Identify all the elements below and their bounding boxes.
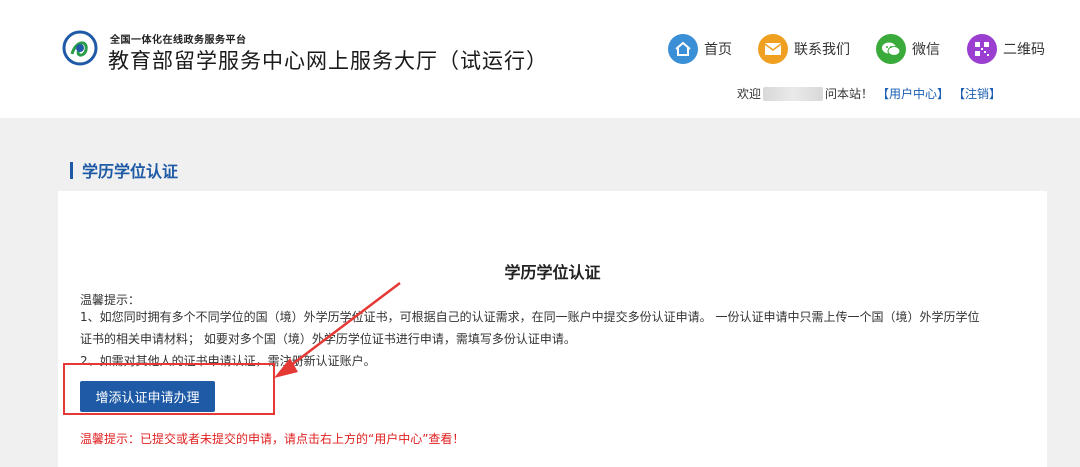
nav-home[interactable]: 首页	[668, 33, 732, 65]
nav-qrcode-label: 二维码	[1003, 42, 1045, 58]
section-title: 学历学位认证	[82, 162, 179, 181]
site-header: 全国一体化在线政务服务平台 教育部留学服务中心网上服务大厅（试运行） 首页 联系…	[0, 0, 1080, 118]
welcome-prefix: 欢迎	[737, 87, 762, 101]
logout-link[interactable]: 【注销】	[953, 85, 1001, 102]
home-icon	[668, 34, 698, 64]
tip-heading: 温馨提示：	[80, 293, 141, 307]
content-card: 学历学位认证 温馨提示： 1、如您同时拥有多个不同学位的国（境）外学历学位证书，…	[58, 191, 1047, 467]
warning-text: 温馨提示：已提交或者未提交的申请，请点击右上方的“用户中心”查看！	[80, 432, 465, 446]
nav-wechat[interactable]: 微信	[876, 33, 940, 65]
nav-wechat-label: 微信	[912, 42, 940, 58]
site-title: 教育部留学服务中心网上服务大厅（试运行）	[108, 49, 548, 73]
card-title: 学历学位认证	[504, 263, 601, 282]
redacted-username	[763, 86, 824, 101]
annotation-highlight-box	[63, 363, 275, 415]
welcome-bar: 欢迎 问本站！ 【用户中心】 【注销】	[737, 85, 1001, 102]
mail-icon	[758, 34, 788, 64]
tip-line-2: 证书的相关申请材料； 如要对多个国（境）外学历学位证书进行申请，需填写多份认证申…	[80, 332, 576, 346]
platform-name: 全国一体化在线政务服务平台	[110, 35, 247, 46]
nav-qrcode[interactable]: 二维码	[967, 33, 1045, 65]
qrcode-icon	[967, 34, 997, 64]
nav-contact-label: 联系我们	[794, 42, 850, 58]
wechat-icon	[876, 34, 906, 64]
tip-line-1: 1、如您同时拥有多个不同学位的国（境）外学历学位证书，可根据自己的认证需求，在同…	[80, 310, 980, 324]
user-center-link[interactable]: 【用户中心】	[877, 85, 949, 102]
section-accent-bar	[70, 161, 73, 179]
site-logo-icon	[62, 30, 98, 66]
section-heading: 学历学位认证	[70, 160, 179, 181]
nav-home-label: 首页	[704, 42, 732, 58]
nav-contact[interactable]: 联系我们	[758, 33, 850, 65]
welcome-suffix: 问本站！	[825, 87, 874, 101]
